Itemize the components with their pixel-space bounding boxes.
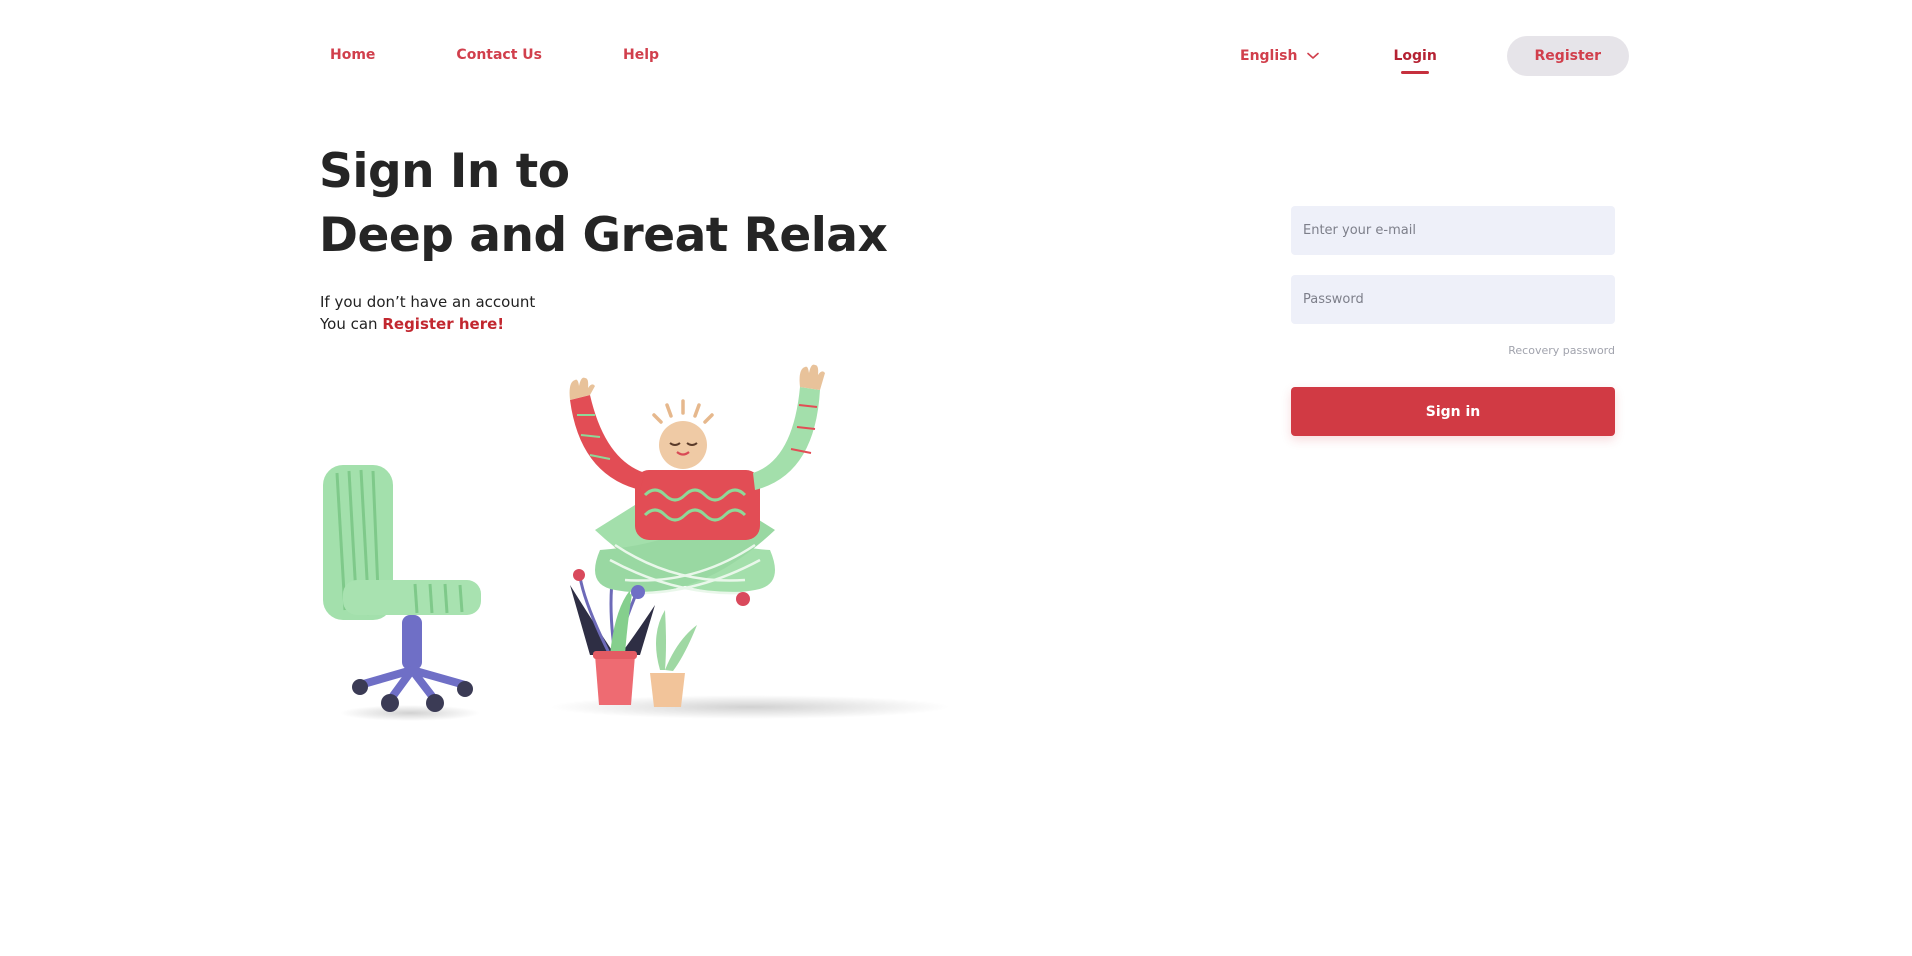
register-prompt-line-1: If you don’t have an account bbox=[320, 293, 536, 311]
nav-help-link[interactable]: Help bbox=[623, 47, 659, 63]
language-label: English bbox=[1240, 48, 1298, 64]
register-prompt-prefix: You can bbox=[320, 315, 383, 333]
register-here-link[interactable]: Register here! bbox=[382, 315, 504, 333]
chevron-down-icon bbox=[1307, 52, 1320, 59]
login-page: Home Contact Us Help English Login Regis… bbox=[0, 0, 1912, 956]
nav-home-link[interactable]: Home bbox=[330, 47, 375, 63]
language-select[interactable]: English bbox=[1240, 48, 1320, 64]
register-prompt-line-2: You can Register here! bbox=[320, 313, 535, 335]
page-title-line-1: Sign In to bbox=[319, 144, 570, 199]
signin-form: Recovery password Sign in bbox=[1291, 206, 1615, 436]
register-prompt: If you don’t have an account You can Reg… bbox=[320, 291, 535, 335]
page-title-line-2: Deep and Great Relax bbox=[319, 208, 888, 263]
login-link[interactable]: Login bbox=[1393, 48, 1437, 74]
recovery-password-link[interactable]: Recovery password bbox=[1291, 344, 1615, 357]
password-input[interactable] bbox=[1291, 275, 1615, 324]
main-nav: Home Contact Us Help bbox=[330, 47, 740, 63]
meditating-person-illustration bbox=[569, 364, 825, 606]
chair-illustration bbox=[323, 465, 481, 721]
relax-illustration bbox=[323, 364, 950, 721]
page-title: Sign In to Deep and Great Relax bbox=[319, 140, 888, 268]
register-button[interactable]: Register bbox=[1506, 36, 1629, 76]
email-input[interactable] bbox=[1291, 206, 1615, 255]
nav-contact-link[interactable]: Contact Us bbox=[456, 47, 542, 63]
signin-button[interactable]: Sign in bbox=[1291, 387, 1615, 436]
account-nav: English Login Register bbox=[1240, 36, 1629, 76]
